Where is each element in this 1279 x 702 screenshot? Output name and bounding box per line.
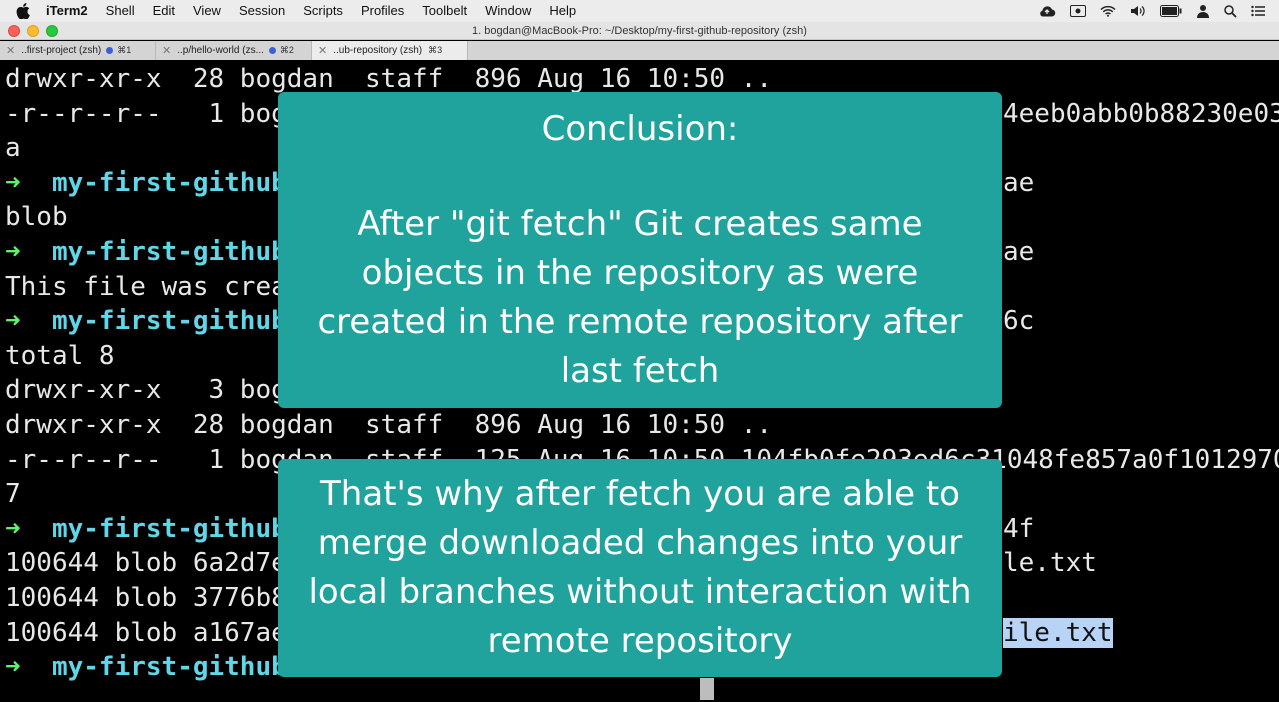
terminal-line-text: 100644 blob 3776b8 (5, 583, 287, 613)
spotlight-search-icon[interactable] (1224, 0, 1237, 22)
terminal-line-text: This file was crea (5, 271, 287, 302)
terminal-line-text: 100644 blob a167ae (5, 617, 287, 648)
menu-scripts[interactable]: Scripts (294, 0, 352, 22)
menu-profiles[interactable]: Profiles (352, 0, 413, 22)
prompt-directory: my-first-github (51, 167, 287, 198)
prompt-directory: my-first-github (51, 237, 287, 267)
window-title-bar: 1. bogdan@MacBook-Pro: ~/Desktop/my-firs… (0, 22, 1279, 40)
menu-bar: iTerm2 Shell Edit View Session Scripts P… (0, 0, 1279, 22)
status-area (1038, 0, 1279, 22)
terminal-line: ➜ my-first-github (5, 650, 287, 685)
menu-session[interactable]: Session (230, 0, 294, 22)
menu-window[interactable]: Window (476, 0, 540, 22)
prompt-directory: my-first-github (51, 652, 287, 683)
tab-label: ..first-project (zsh) (21, 45, 102, 56)
terminal-line: drwxr-xr-x 3 bog (5, 373, 287, 408)
close-tab-icon[interactable]: ✕ (162, 44, 171, 57)
prompt-directory: my-first-github (51, 513, 287, 544)
prompt-directory: my-first-github (51, 306, 287, 337)
terminal-line: 100644 blob a167ae (5, 616, 287, 651)
activity-dot-icon (106, 47, 114, 54)
tab-github-repository[interactable]: ✕ ..ub-repository (zsh) ⌘3 (312, 41, 468, 60)
notification-center-icon[interactable] (1251, 0, 1265, 22)
wifi-icon[interactable] (1100, 0, 1116, 22)
terminal-line-fragment: 4f (1003, 512, 1034, 547)
terminal-cursor (700, 678, 714, 700)
apple-icon[interactable] (14, 0, 32, 22)
menu-view[interactable]: View (184, 0, 230, 22)
terminal-line: -r--r--r-- 1 bog (5, 97, 287, 132)
close-tab-icon[interactable]: ✕ (6, 44, 15, 57)
terminal-line: ➜ my-first-github (5, 166, 287, 201)
fragment-text: ae (1003, 167, 1035, 198)
fragment-text: ae (1003, 237, 1035, 267)
window-title: 1. bogdan@MacBook-Pro: ~/Desktop/my-firs… (472, 25, 807, 37)
terminal-line: 100644 blob 3776b8 (5, 581, 287, 616)
activity-dot-icon (268, 47, 276, 54)
terminal-line: ➜ my-first-github (5, 304, 287, 339)
terminal-line-fragment: ile.txt (1003, 616, 1113, 651)
prompt-arrow-icon: ➜ (5, 237, 21, 267)
terminal-line-text: drwxr-xr-x 28 bogdan staff 896 Aug 16 10… (5, 410, 773, 440)
fragment-text: le.txt (1003, 548, 1097, 579)
menu-edit[interactable]: Edit (144, 0, 184, 22)
terminal-line-text: drwxr-xr-x 3 bog (5, 375, 287, 406)
battery-icon[interactable] (1160, 0, 1182, 22)
terminal-line: total 8 (5, 339, 115, 374)
overlay-text: That's why after fetch you are able to m… (308, 474, 972, 661)
fragment-text: 4eeb0abb0b88230e03 (1003, 98, 1279, 129)
terminal-line-fragment: 6c (1003, 304, 1034, 339)
terminal-line-fragment: ae (1003, 166, 1034, 201)
terminal-line-fragment: ae (1003, 235, 1034, 270)
terminal-line: blob (5, 200, 68, 235)
fragment-text: 6c (1003, 306, 1035, 337)
prompt-arrow-icon: ➜ (5, 513, 21, 544)
tab-shortcut: ⌘1 (117, 45, 132, 55)
terminal-line: ➜ my-first-github (5, 512, 287, 547)
tab-label: ..p/hello-world (zs... (177, 45, 264, 56)
screen-record-icon[interactable] (1070, 0, 1086, 22)
tab-bar: ✕ ..first-project (zsh) ⌘1 ✕ ..p/hello-w… (0, 41, 1279, 60)
tab-shortcut: ⌘2 (279, 45, 294, 55)
prompt-arrow-icon: ➜ (5, 306, 21, 337)
fragment-text: 4f (1003, 513, 1035, 544)
terminal-line: 100644 blob 6a2d7e (5, 546, 287, 581)
tab-label: ..ub-repository (zsh) (333, 45, 423, 56)
terminal-line-text: -r--r--r-- 1 bog (5, 98, 287, 129)
explanation-overlay: That's why after fetch you are able to m… (278, 459, 1002, 677)
overlay-heading: Conclusion: (541, 109, 739, 149)
close-tab-icon[interactable]: ✕ (318, 44, 327, 57)
terminal-line-text: blob (5, 202, 68, 233)
terminal-line-fragment: le.txt (1003, 546, 1097, 581)
terminal-line-text: total 8 (5, 340, 115, 371)
user-icon[interactable] (1196, 0, 1210, 22)
tab-shortcut: ⌘3 (428, 45, 443, 55)
overlay-text: After "git fetch" Git creates same objec… (317, 204, 963, 391)
menu-app-name[interactable]: iTerm2 (40, 0, 97, 22)
conclusion-overlay: Conclusion: After "git fetch" Git create… (278, 92, 1002, 408)
volume-icon[interactable] (1130, 0, 1146, 22)
tab-hello-world[interactable]: ✕ ..p/hello-world (zs... ⌘2 (156, 41, 312, 60)
terminal-line-text: drwxr-xr-x 28 bogdan staff 896 Aug 16 10… (5, 64, 773, 94)
cloud-upload-icon[interactable] (1038, 0, 1056, 22)
tab-first-project[interactable]: ✕ ..first-project (zsh) ⌘1 (0, 41, 156, 60)
terminal-line-text: a (5, 133, 21, 164)
terminal-line-text: 100644 blob 6a2d7e (5, 548, 287, 579)
terminal-line: drwxr-xr-x 28 bogdan staff 896 Aug 16 10… (5, 408, 772, 443)
terminal-line: This file was crea (5, 270, 287, 305)
terminal-line-text: 7 (5, 479, 21, 510)
terminal-line: a (5, 131, 21, 166)
menu-help[interactable]: Help (540, 0, 585, 22)
prompt-arrow-icon: ➜ (5, 167, 21, 198)
menu-toolbelt[interactable]: Toolbelt (413, 0, 476, 22)
terminal-line: ➜ my-first-github (5, 235, 287, 270)
prompt-arrow-icon: ➜ (5, 652, 21, 683)
menu-shell[interactable]: Shell (97, 0, 144, 22)
selected-text: ile.txt (1003, 617, 1113, 648)
terminal-line-fragment: 4eeb0abb0b88230e03 (1003, 97, 1279, 132)
terminal-line: 7 (5, 477, 21, 512)
